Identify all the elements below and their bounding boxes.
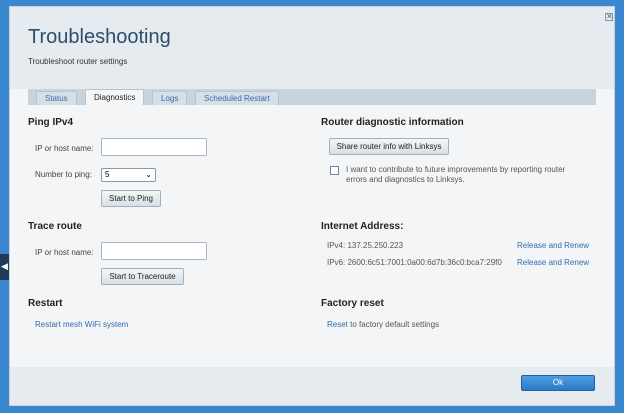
- ping-count-select[interactable]: 5 ⌄: [101, 168, 156, 182]
- start-traceroute-button[interactable]: Start to Traceroute: [101, 268, 184, 285]
- contribute-checkbox[interactable]: [330, 166, 339, 175]
- ok-button[interactable]: Ok: [521, 375, 595, 391]
- reset-link[interactable]: Reset: [327, 320, 348, 329]
- restart-section-title: Restart: [28, 298, 63, 309]
- dialog-header: Troubleshooting Troubleshoot router sett…: [10, 7, 614, 89]
- factory-reset-row: Reset to factory default settings: [327, 320, 439, 329]
- page-subtitle: Troubleshoot router settings: [28, 57, 128, 66]
- internet-address-title: Internet Address:: [321, 221, 404, 232]
- page-title: Troubleshooting: [28, 26, 171, 48]
- tab-logs[interactable]: Logs: [152, 91, 188, 105]
- router-diag-title: Router diagnostic information: [321, 117, 464, 128]
- trace-host-label: IP or host name:: [35, 248, 94, 257]
- tab-scheduled-restart[interactable]: Scheduled Restart: [195, 91, 279, 105]
- tab-bar: Status Diagnostics Logs Scheduled Restar…: [28, 89, 596, 105]
- tab-status[interactable]: Status: [36, 91, 77, 105]
- ping-section-title: Ping IPv4: [28, 117, 74, 128]
- ipv6-release-renew-link[interactable]: Release and Renew: [517, 258, 589, 267]
- app-frame: ◀ Troubleshooting Troubleshoot router se…: [0, 0, 624, 413]
- ipv4-address: IPv4: 137.25.250.223: [327, 241, 404, 250]
- reset-text: to factory default settings: [350, 320, 440, 329]
- dialog-footer: Ok: [10, 367, 614, 405]
- chevron-down-icon: ⌄: [145, 170, 152, 179]
- chevron-left-icon: ◀: [1, 261, 8, 271]
- factory-reset-title: Factory reset: [321, 298, 384, 309]
- ipv6-address: IPv6: 2600:6c51:7001:0a00:6d7b:36c0:bca7…: [327, 258, 502, 267]
- share-router-info-button[interactable]: Share router info with Linksys: [329, 138, 449, 155]
- ping-count-label: Number to ping:: [35, 170, 92, 179]
- consent-text-line2: errors and diagnostics to Linksys.: [346, 175, 465, 184]
- close-icon[interactable]: ✕: [605, 13, 613, 21]
- trace-host-input[interactable]: [101, 242, 207, 260]
- ping-host-input[interactable]: [101, 138, 207, 156]
- start-ping-button[interactable]: Start to Ping: [101, 190, 161, 207]
- restart-mesh-link[interactable]: Restart mesh WiFi system: [35, 320, 128, 329]
- troubleshooting-dialog: Troubleshooting Troubleshoot router sett…: [9, 6, 615, 406]
- ping-count-value: 5: [105, 170, 110, 179]
- ping-host-label: IP or host name:: [35, 144, 94, 153]
- tab-diagnostics[interactable]: Diagnostics: [85, 89, 145, 105]
- trace-section-title: Trace route: [28, 221, 82, 232]
- ipv4-release-renew-link[interactable]: Release and Renew: [517, 241, 589, 250]
- consent-text-line1: I want to contribute to future improveme…: [346, 165, 566, 174]
- collapse-arrow[interactable]: ◀: [0, 254, 9, 280]
